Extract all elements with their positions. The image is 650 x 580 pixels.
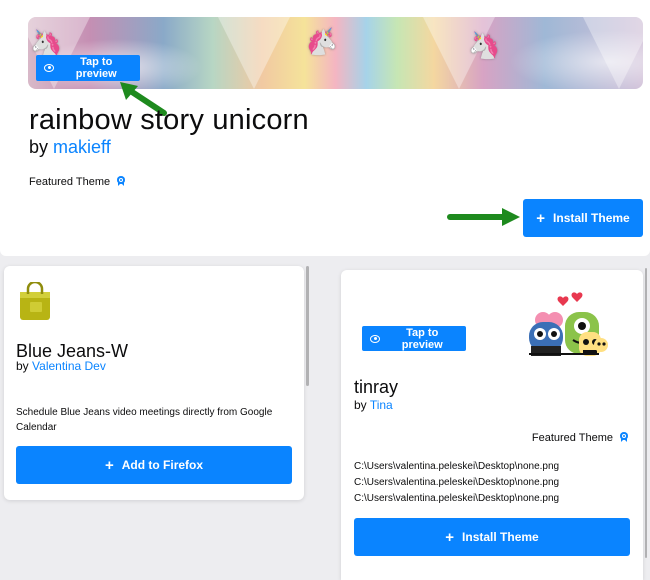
featured-theme-badge: Featured Theme (532, 432, 629, 444)
theme-author-line: by makieff (29, 137, 111, 158)
preview-label: Tap to preview (401, 326, 443, 351)
by-prefix: by (354, 398, 367, 412)
theme-card[interactable]: Tap to preview tinray by Tina Featured T… (341, 270, 643, 580)
install-label: Install Theme (553, 211, 630, 225)
scrollbar[interactable] (645, 268, 647, 558)
theme-title: rainbow story unicorn (29, 104, 309, 136)
plus-icon: + (104, 456, 114, 474)
featured-label: Featured Theme (29, 176, 111, 188)
author-link[interactable]: makieff (53, 137, 111, 157)
author-link[interactable]: Tina (370, 398, 393, 412)
shopping-bag-icon (20, 282, 50, 320)
featured-theme-badge: Featured Theme (29, 176, 126, 188)
extension-description: Schedule Blue Jeans video meetings direc… (16, 407, 273, 433)
install-theme-button[interactable]: + Install Theme (354, 518, 630, 556)
author-link[interactable]: Valentina Dev (32, 359, 106, 373)
install-label: Install Theme (462, 530, 539, 544)
add-to-firefox-button[interactable]: + Add to Firefox (16, 446, 292, 484)
theme-detail-card: 🦄 🦄 🦄 Tap to preview rainbow story unico… (0, 0, 650, 256)
preview-label: Tap to preview (75, 56, 117, 80)
extension-author-line: by Valentina Dev (16, 359, 106, 373)
tap-to-preview-button[interactable]: Tap to preview (362, 326, 466, 351)
featured-label: Featured Theme (531, 432, 613, 444)
add-label: Add to Firefox (121, 458, 204, 472)
theme-author-line: by Tina (354, 398, 393, 412)
by-prefix: by (29, 137, 49, 157)
banner-triangle (218, 17, 290, 89)
plus-icon: + (536, 209, 546, 227)
featured-badge-icon (116, 176, 126, 188)
install-theme-button[interactable]: + Install Theme (523, 199, 643, 237)
scrollbar[interactable] (306, 266, 309, 386)
annotation-arrow (447, 208, 520, 226)
theme-preview-image[interactable] (525, 290, 625, 360)
by-prefix: by (16, 359, 29, 373)
plus-icon: + (445, 528, 455, 546)
theme-name: tinray (354, 377, 399, 397)
eye-icon (44, 64, 55, 72)
banner-triangle (583, 17, 643, 89)
file-path-text: C:\Users\valentina.peleskei\Desktop\none… (354, 461, 560, 472)
eye-icon (370, 334, 381, 343)
tap-to-preview-button[interactable]: Tap to preview (36, 55, 140, 81)
file-path-text: C:\Users\valentina.peleskei\Desktop\none… (354, 493, 560, 504)
featured-badge-icon (619, 432, 629, 444)
file-path-text: C:\Users\valentina.peleskei\Desktop\none… (354, 477, 560, 488)
unicorn-graphic: 🦄 (468, 31, 501, 61)
extension-card[interactable]: Blue Jeans-W by Valentina Dev Schedule B… (4, 266, 304, 500)
unicorn-graphic: 🦄 (306, 27, 339, 57)
